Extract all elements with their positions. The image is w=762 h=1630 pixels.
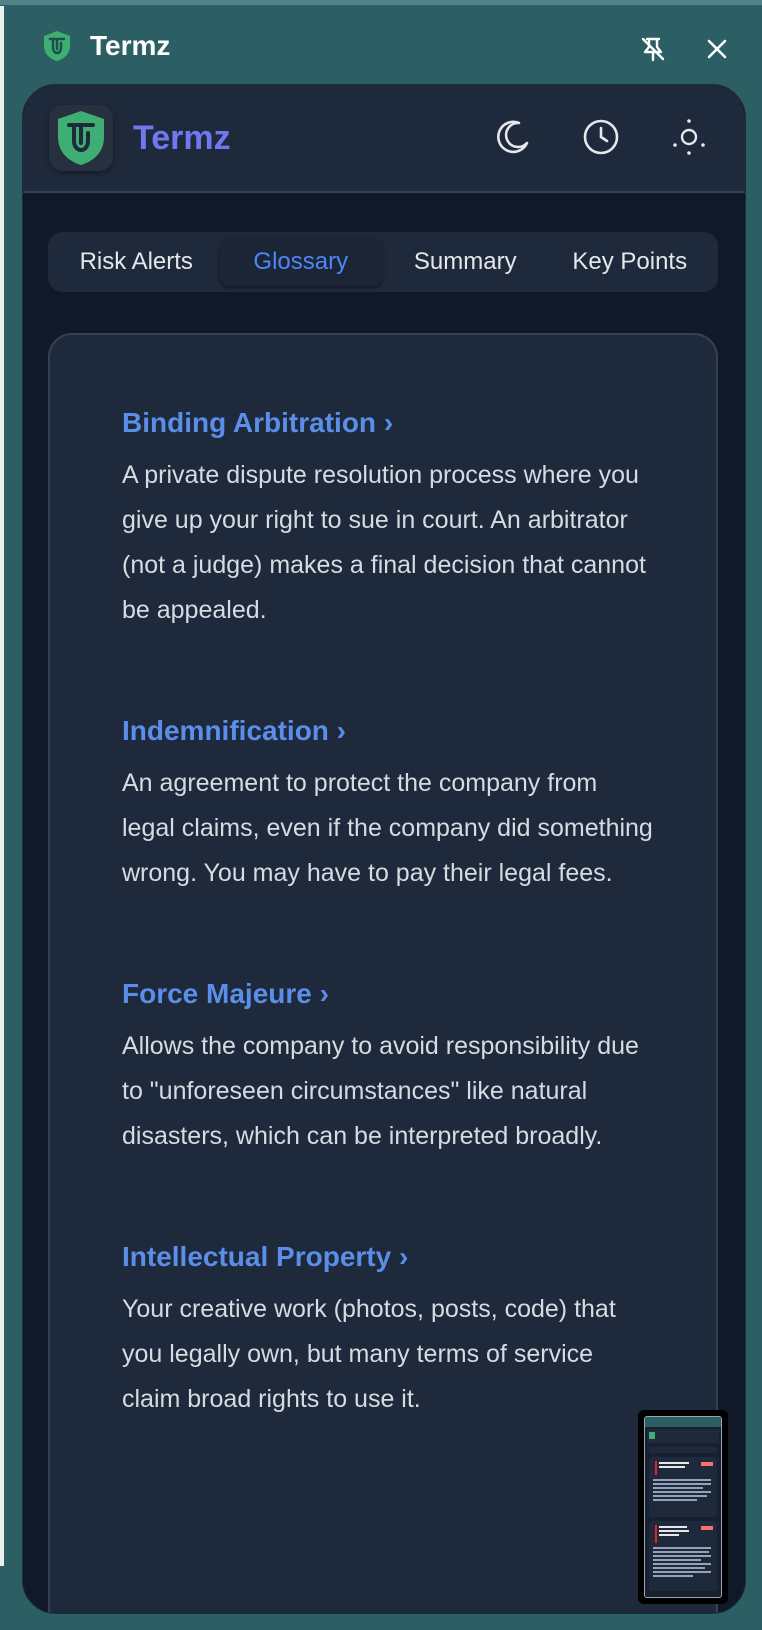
glossary-term-link[interactable]: Force Majeure ›: [122, 978, 329, 1010]
glossary-item: Intellectual Property › Your creative wo…: [122, 1241, 656, 1422]
glossary-item: Force Majeure › Allows the company to av…: [122, 978, 656, 1159]
window-titlebar: Termz: [6, 6, 762, 86]
tab-key-points[interactable]: Key Points: [548, 238, 713, 286]
glossary-list: Binding Arbitration › A private dispute …: [48, 333, 718, 1613]
glossary-definition: A private dispute resolution process whe…: [122, 461, 646, 624]
extension-panel: Termz Risk Alerts Glossary Summary Key P…: [22, 84, 746, 1614]
tab-summary[interactable]: Summary: [383, 238, 548, 286]
window-top-border: [0, 0, 762, 5]
tab-risk-alerts[interactable]: Risk Alerts: [54, 238, 219, 286]
glossary-definition: An agreement to protect the company from…: [122, 769, 653, 887]
shield-logo-icon: [40, 29, 74, 63]
glossary-item: Indemnification › An agreement to protec…: [122, 715, 656, 896]
titlebar-actions: [636, 32, 734, 66]
app-header: Termz: [23, 85, 745, 193]
glossary-term-link[interactable]: Intellectual Property ›: [122, 1241, 408, 1273]
moon-icon[interactable]: [491, 115, 535, 159]
header-actions: [491, 115, 711, 159]
close-icon[interactable]: [700, 32, 734, 66]
glossary-term-link[interactable]: Binding Arbitration ›: [122, 407, 393, 439]
tab-bar: Risk Alerts Glossary Summary Key Points: [48, 232, 718, 292]
app-logo: [49, 105, 113, 171]
tab-glossary[interactable]: Glossary: [218, 238, 383, 286]
glossary-definition: Your creative work (photos, posts, code)…: [122, 1295, 616, 1413]
window-title: Termz: [90, 30, 171, 61]
glossary-term-link[interactable]: Indemnification ›: [122, 715, 346, 747]
app-title: Termz: [133, 118, 231, 157]
thumbnail-preview: [644, 1416, 722, 1598]
shield-logo-icon: [58, 111, 104, 165]
glossary-item: Binding Arbitration › A private dispute …: [122, 407, 656, 633]
unpin-icon[interactable]: [636, 32, 670, 66]
screenshot-thumbnail[interactable]: [638, 1410, 728, 1604]
settings-sun-icon[interactable]: [667, 115, 711, 159]
glossary-definition: Allows the company to avoid responsibili…: [122, 1032, 639, 1150]
history-clock-icon[interactable]: [579, 115, 623, 159]
background-window-edge: [0, 6, 4, 1566]
